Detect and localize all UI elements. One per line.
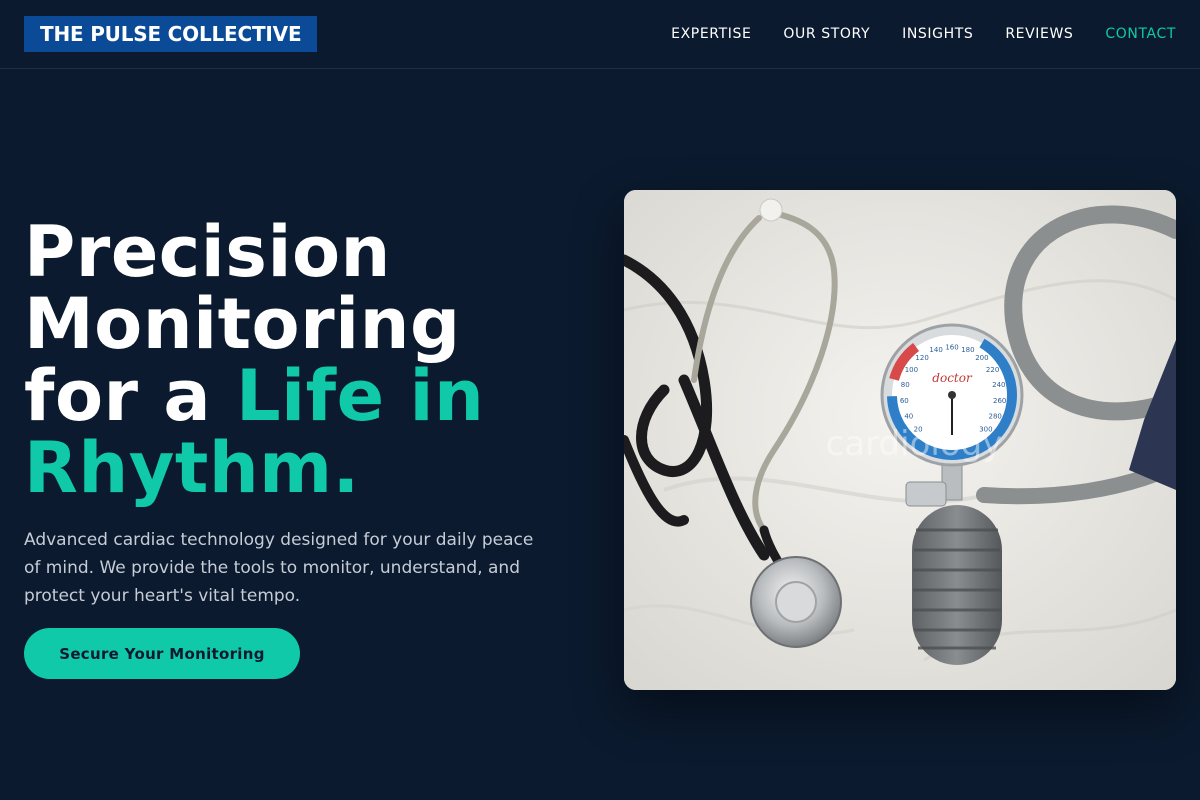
- nav-link-our-story[interactable]: OUR STORY: [783, 26, 870, 42]
- gauge-scale-label: 280: [989, 412, 1002, 420]
- gauge-brand-text: doctor: [932, 371, 973, 385]
- hero-image-stethoscope-sphygmomanometer: doctor 20 40 60 80 100 120 140 160 180 200 220 240 2…: [624, 190, 1176, 690]
- gauge-scale-label: 200: [975, 354, 988, 362]
- hero-title-line3a: for a: [24, 355, 237, 437]
- gauge-scale-label: 120: [915, 354, 928, 362]
- nav-link-contact[interactable]: CONTACT: [1105, 26, 1176, 42]
- gauge-scale-label: 220: [986, 366, 999, 374]
- gauge-scale-label: 80: [901, 381, 910, 389]
- secure-monitoring-button[interactable]: Secure Your Monitoring: [24, 628, 300, 679]
- gauge-scale-label: 160: [945, 344, 958, 352]
- hero-title-line4: Rhythm.: [24, 427, 360, 509]
- nav-link-expertise[interactable]: EXPERTISE: [671, 26, 751, 42]
- gauge-scale-label: 60: [900, 397, 909, 405]
- hero-title-line3b: Life in: [236, 355, 485, 437]
- gauge-scale-label: 260: [993, 397, 1006, 405]
- hero-photo-illustration: doctor 20406080100120140 160 1802002202402…: [624, 190, 1176, 690]
- gauge-scale-label: 40: [904, 412, 913, 420]
- brand-logo[interactable]: THE PULSE COLLECTIVE: [24, 16, 318, 52]
- nav-link-reviews[interactable]: REVIEWS: [1005, 26, 1073, 42]
- hero-title-line2: Monitoring: [24, 283, 461, 365]
- gauge-scale-label: 100: [905, 366, 918, 374]
- hero-title: Precision Monitoring for a Life in Rhyth…: [24, 216, 564, 504]
- gauge-scale-label: 240: [992, 381, 1005, 389]
- nav-link-insights[interactable]: INSIGHTS: [902, 26, 973, 42]
- hero-subtitle: Advanced cardiac technology designed for…: [24, 530, 534, 606]
- hero-title-line1: Precision: [24, 211, 391, 293]
- image-watermark-text: cardiology: [826, 424, 1003, 464]
- main-nav: EXPERTISE OUR STORY INSIGHTS REVIEWS CON…: [671, 0, 1176, 68]
- top-navbar: THE PULSE COLLECTIVE EXPERTISE OUR STORY…: [0, 0, 1200, 69]
- gauge-scale-label: 140: [929, 346, 942, 354]
- gauge-scale-label: 180: [961, 346, 974, 354]
